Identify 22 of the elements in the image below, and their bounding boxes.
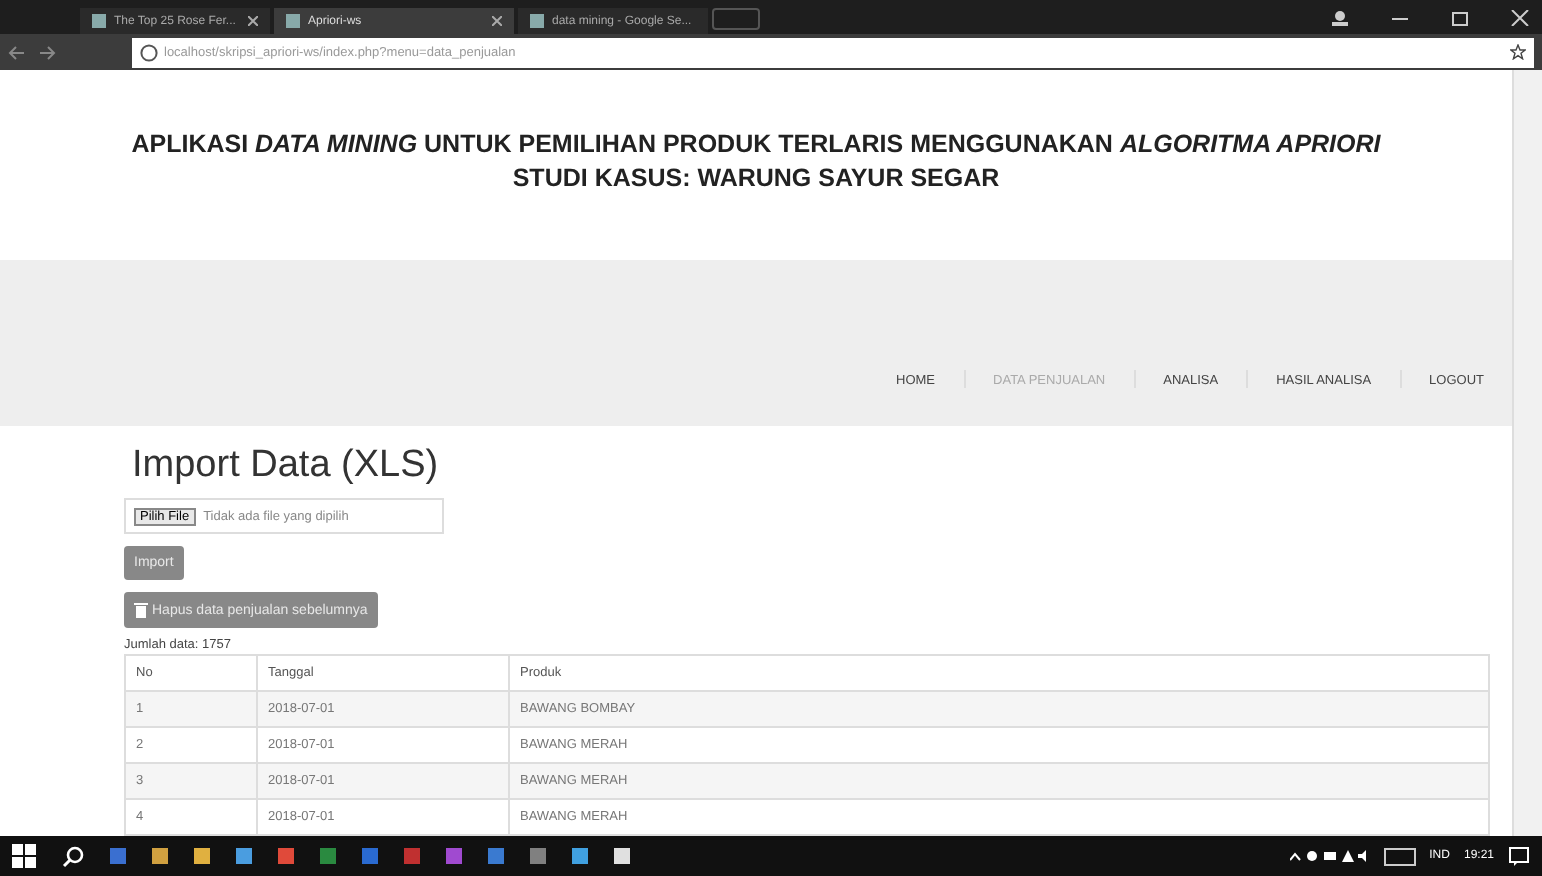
- page-icon: [286, 14, 300, 28]
- user-icon[interactable]: [1330, 9, 1350, 25]
- back-icon[interactable]: [8, 45, 24, 59]
- page-icon: [92, 14, 106, 28]
- new-tab-button[interactable]: [712, 8, 760, 30]
- page-title: APLIKASI DATA MINING UNTUK PEMILIHAN PRODUK TERLARIS MENGGUNAKAN ALGORITMA APRIORI: [131, 130, 1381, 158]
- keyboard-icon[interactable]: [1383, 847, 1416, 865]
- page-subtitle: STUDI KASUS: WARUNG SAYUR SEGAR: [512, 164, 1000, 192]
- restore-icon[interactable]: [1450, 9, 1470, 25]
- info-icon: [140, 43, 158, 61]
- close-icon[interactable]: [1510, 9, 1530, 25]
- windows-start-icon[interactable]: [12, 844, 36, 868]
- close-icon[interactable]: [492, 16, 502, 26]
- bookmark-star-icon[interactable]: [1510, 44, 1526, 60]
- section-heading: Import Data (XLS): [132, 444, 439, 488]
- trash-icon: [134, 602, 148, 618]
- page-icon: [530, 14, 544, 28]
- forward-icon[interactable]: [40, 45, 56, 59]
- notification-icon[interactable]: [1508, 845, 1530, 867]
- scrollbar[interactable]: [1512, 70, 1542, 836]
- search-icon[interactable]: [62, 845, 84, 867]
- close-icon[interactable]: [248, 16, 258, 26]
